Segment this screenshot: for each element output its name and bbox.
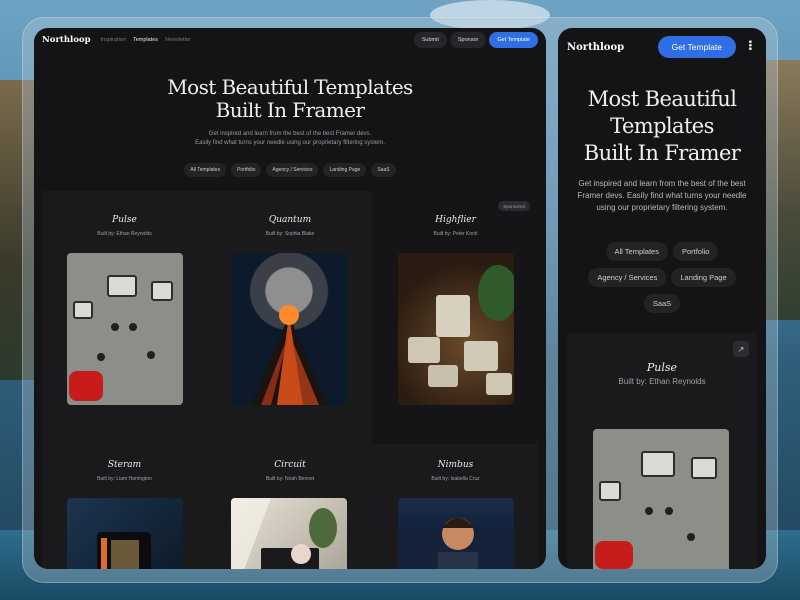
template-grid: Pulse Built by: Ethan Reynolds Quantum B… xyxy=(42,191,538,569)
card-author: Built by: Noah Bennet xyxy=(265,476,315,482)
mobile-filter-landing-page[interactable]: Landing Page xyxy=(671,268,736,287)
mobile-hero-subtitle: Get inspired and learn from the best of … xyxy=(577,179,747,212)
panel-screen xyxy=(599,481,621,501)
mobile-filter-portfolio[interactable]: Portfolio xyxy=(672,242,719,261)
card-quantum[interactable]: Quantum Built by: Sophia Blake xyxy=(207,191,373,444)
volcano-illustration xyxy=(251,305,327,405)
tablet-illustration xyxy=(97,532,151,569)
nav-templates[interactable]: Templates xyxy=(133,37,158,43)
mobile-hero-title: Most Beautiful Templates Built In Framer xyxy=(558,86,766,167)
card-title: Quantum xyxy=(268,215,312,225)
panel-knob xyxy=(97,353,105,361)
thumbnail-nimbus xyxy=(398,498,514,569)
card-highflier[interactable]: Sponsored Highflier Built by: Peter Kont… xyxy=(373,191,538,444)
mobile-title-line1: Most Beautiful xyxy=(587,87,737,111)
mobile-navbar: Northloop Get Template ••• xyxy=(558,28,766,66)
filter-saas[interactable]: SaaS xyxy=(371,163,396,177)
mobile-logo[interactable]: Northloop xyxy=(567,42,624,53)
thumbnail-steram xyxy=(67,498,183,569)
mobile-filter-saas[interactable]: SaaS xyxy=(643,294,681,313)
nav-newsletter[interactable]: Newsletter xyxy=(165,37,191,43)
mobile-title-line3: Built In Framer xyxy=(583,141,741,165)
card-author: Built by: Isabella Cruz xyxy=(431,476,480,482)
panel-knob xyxy=(111,323,119,331)
hero-subtitle: Get inspired and learn from the best of … xyxy=(34,130,546,148)
red-phone xyxy=(595,541,633,569)
card-steram[interactable]: Steram Built by: Liam Harrington xyxy=(42,444,207,569)
card-author: Built by: Sophia Blake xyxy=(265,231,315,237)
laptop-illustration xyxy=(231,498,337,569)
thumbnail-pulse xyxy=(67,253,183,405)
hero-title-line1: Most Beautiful Templates xyxy=(167,75,413,99)
card-pulse[interactable]: Pulse Built by: Ethan Reynolds xyxy=(42,191,207,444)
filter-landing-page[interactable]: Landing Page xyxy=(323,163,367,177)
hero-title: Most Beautiful Templates Built In Framer xyxy=(34,76,546,122)
panel-screen xyxy=(107,275,137,297)
desktop-navbar: Northloop Inspiration Templates Newslett… xyxy=(34,28,546,52)
get-template-button[interactable]: Get Template xyxy=(489,32,538,48)
hero-sub-line2: Easily find what turns your needle using… xyxy=(195,140,385,146)
mobile-filter-agency-services[interactable]: Agency / Services xyxy=(588,268,667,287)
desktop-window: Northloop Inspiration Templates Newslett… xyxy=(34,28,546,569)
thumbnail-highflier xyxy=(398,253,514,405)
red-phone xyxy=(69,371,103,401)
card-title: Highflier xyxy=(435,215,476,225)
mobile-card-author: Built by: Ethan Reynolds xyxy=(618,377,706,386)
panel-screen xyxy=(641,451,675,477)
nav-inspiration[interactable]: Inspiration xyxy=(101,37,126,43)
mobile-title-line2: Templates xyxy=(610,114,714,138)
panel-screen xyxy=(73,301,93,319)
panel-knob xyxy=(645,507,653,515)
thumbnail-quantum xyxy=(231,253,347,405)
external-link-icon[interactable]: ↗ xyxy=(733,341,749,357)
mobile-get-template-button[interactable]: Get Template xyxy=(657,36,736,58)
logo[interactable]: Northloop xyxy=(42,35,91,45)
card-title: Nimbus xyxy=(437,460,474,470)
card-title: Pulse xyxy=(112,215,137,225)
panel-knob xyxy=(147,351,155,359)
portrait-illustration xyxy=(398,518,514,569)
card-circuit[interactable]: Circuit Built by: Noah Bennet xyxy=(207,444,373,569)
panel-knob xyxy=(129,323,137,331)
filter-agency-services[interactable]: Agency / Services xyxy=(266,163,319,177)
panel-knob xyxy=(687,533,695,541)
panel-knob xyxy=(665,507,673,515)
card-title: Circuit xyxy=(274,460,306,470)
mobile-thumbnail-pulse xyxy=(593,429,729,569)
panel-screen xyxy=(151,281,173,301)
panel-screen xyxy=(691,457,717,479)
hero-sub-line1: Get inspired and learn from the best of … xyxy=(208,131,372,137)
thumbnail-circuit xyxy=(231,498,347,569)
mobile-card-pulse[interactable]: ↗ Pulse Built by: Ethan Reynolds xyxy=(567,333,757,569)
calculators-illustration xyxy=(408,265,514,395)
card-author: Built by: Liam Harrington xyxy=(97,476,152,482)
card-author: Built by: Ethan Reynolds xyxy=(97,231,152,237)
sponsored-badge: Sponsored xyxy=(498,201,530,211)
mobile-card-title: Pulse xyxy=(646,361,678,374)
filter-portfolio[interactable]: Portfolio xyxy=(231,163,262,177)
card-author: Built by: Peter Konti xyxy=(433,231,478,237)
mobile-filter-all-templates[interactable]: All Templates xyxy=(605,242,668,261)
filter-all-templates[interactable]: All Templates xyxy=(184,163,227,177)
sponsor-button[interactable]: Sponsor xyxy=(449,32,487,48)
submit-button[interactable]: Submit xyxy=(413,32,447,48)
card-nimbus[interactable]: Nimbus Built by: Isabella Cruz xyxy=(373,444,538,569)
filter-chips: All Templates Portfolio Agency / Service… xyxy=(34,163,546,177)
mobile-window: Northloop Get Template ••• Most Beautifu… xyxy=(558,28,766,569)
nav-actions: Submit Sponsor Get Template xyxy=(413,32,538,48)
more-vertical-icon[interactable]: ••• xyxy=(744,40,755,51)
mobile-filter-chips: All Templates Portfolio Agency / Service… xyxy=(558,242,766,313)
card-title: Steram xyxy=(107,460,142,470)
hero-title-line2: Built In Framer xyxy=(215,98,365,122)
